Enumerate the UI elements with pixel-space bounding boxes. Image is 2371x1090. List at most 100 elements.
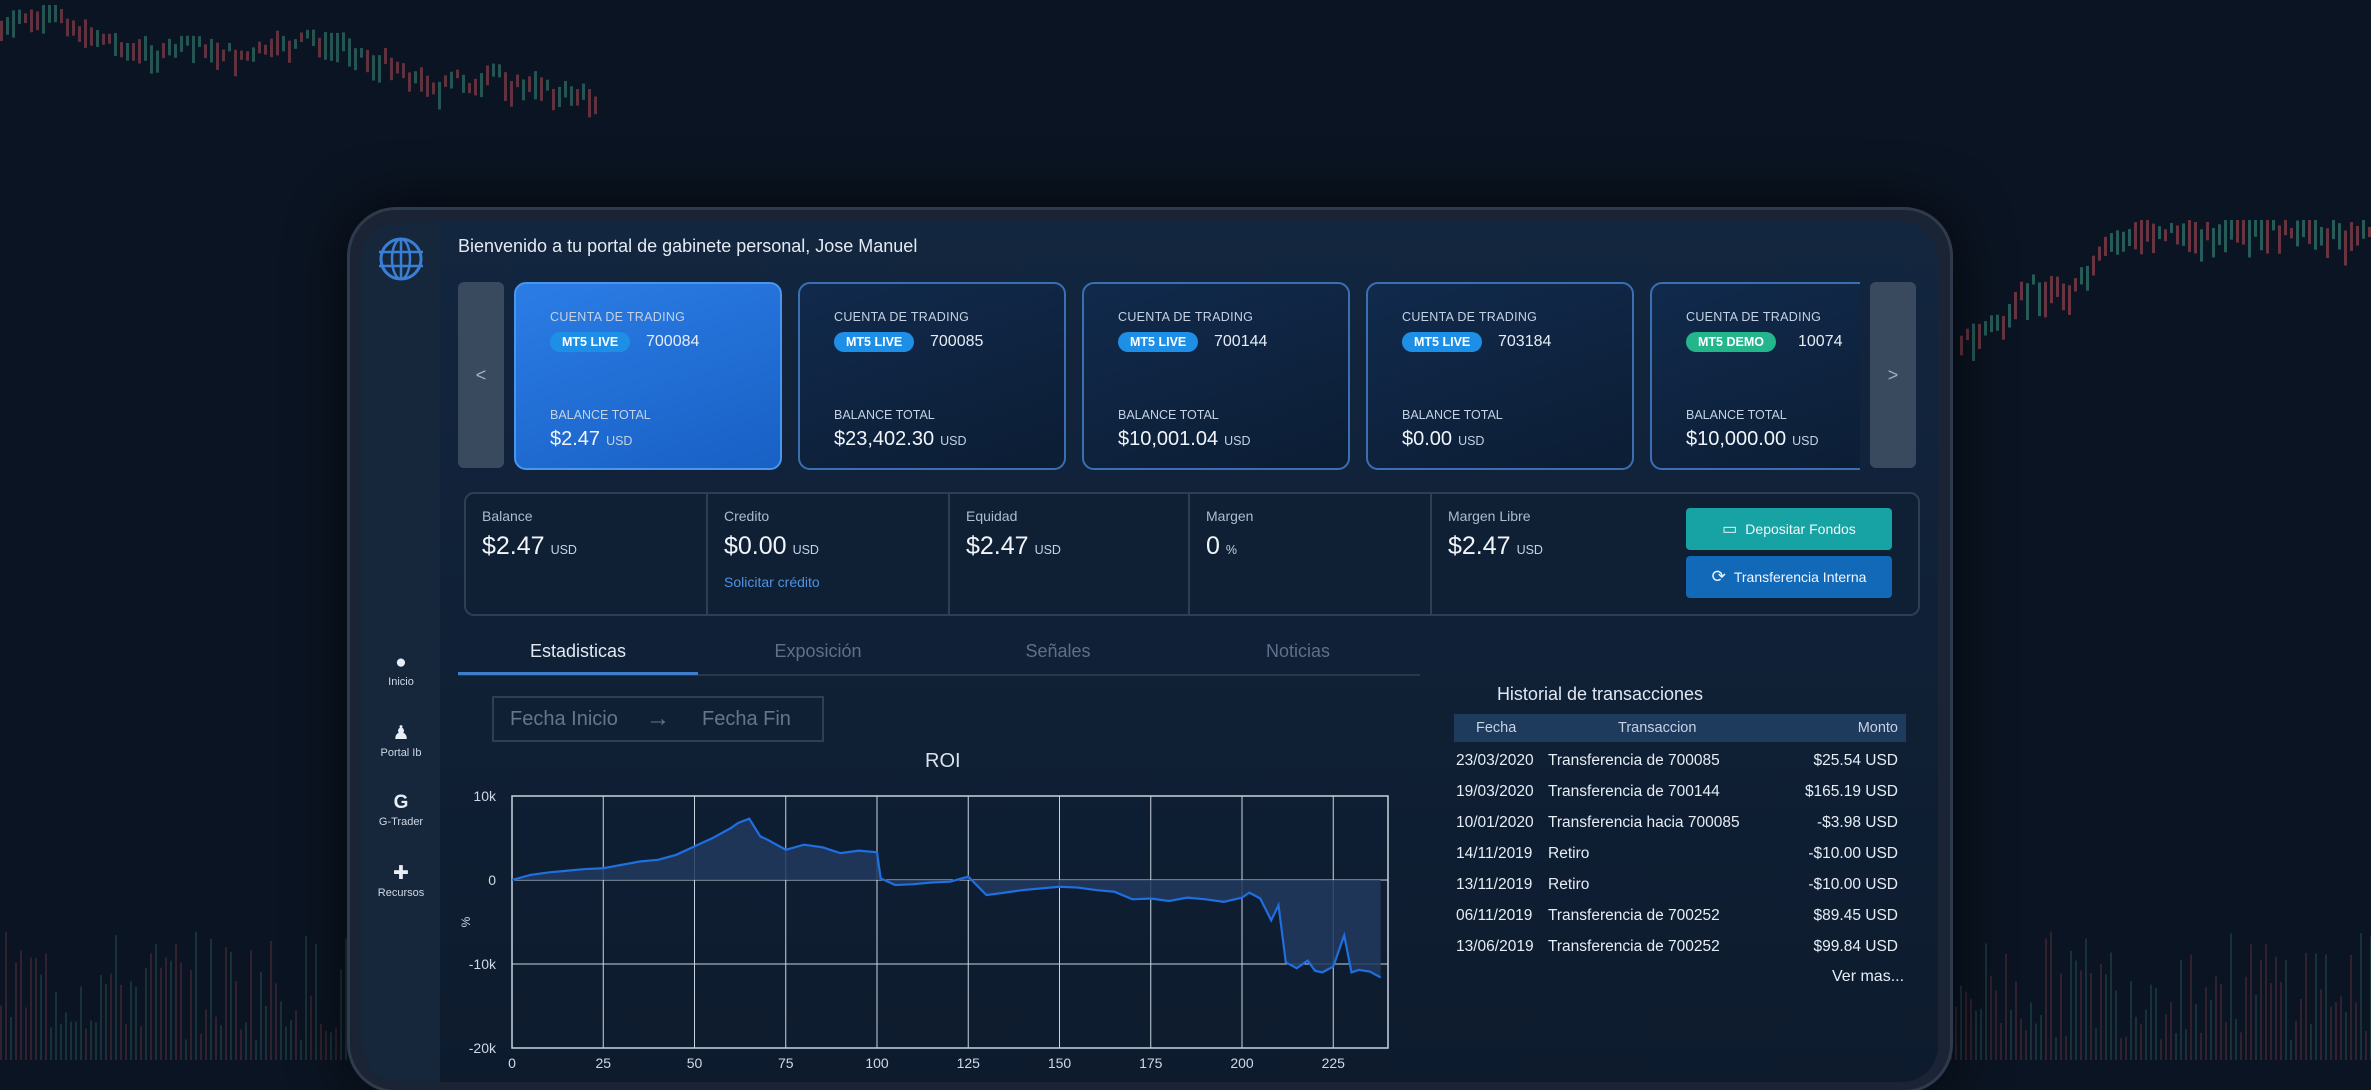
table-row: 14/11/2019 Retiro -$10.00 USD xyxy=(1454,845,1906,875)
background-candle xyxy=(120,42,123,58)
tab-exposicion[interactable]: Exposición xyxy=(698,636,938,666)
carousel-next-button[interactable]: > xyxy=(1870,282,1916,468)
background-candle xyxy=(96,30,99,47)
tab-senales[interactable]: Señales xyxy=(938,636,1178,666)
roi-area xyxy=(512,818,1381,978)
start-date-field[interactable]: Fecha Inicio xyxy=(510,708,618,731)
account-badge: MT5 LIVE xyxy=(1118,332,1199,352)
sidebar-item-g-trader[interactable]: G G-Trader xyxy=(362,792,440,828)
globe-logo-icon[interactable] xyxy=(374,234,428,284)
tab-estadisticas[interactable]: Estadisticas xyxy=(458,636,698,675)
background-candle xyxy=(2280,982,2282,1060)
background-candle xyxy=(510,81,513,107)
background-candle xyxy=(2194,222,2197,254)
account-card[interactable]: CUENTA DE TRADING MT5 LIVE 700085 BALANC… xyxy=(798,282,1066,470)
background-candle xyxy=(366,49,369,73)
carousel-prev-button[interactable]: < xyxy=(458,282,504,468)
background-candle xyxy=(2175,1033,2177,1060)
table-cell: -$10.00 USD xyxy=(1808,845,1898,862)
background-candle xyxy=(335,1027,337,1060)
account-card[interactable]: CUENTA DE TRADING MT5 LIVE 700144 BALANC… xyxy=(1082,282,1350,470)
background-candle xyxy=(120,984,122,1060)
sidebar-item-label: Portal Ib xyxy=(380,747,422,759)
y-tick-label: 0 xyxy=(488,872,496,888)
background-candle xyxy=(2150,984,2152,1060)
background-candle xyxy=(2360,933,2362,1060)
table-cell: Transferencia hacia 700085 xyxy=(1548,814,1740,831)
account-card[interactable]: CUENTA DE TRADING MT5 LIVE 700084 BALANC… xyxy=(514,282,782,470)
background-candle xyxy=(2310,1023,2312,1060)
background-candle xyxy=(2128,229,2131,247)
background-candle xyxy=(155,944,157,1060)
sidebar-item-inicio[interactable]: ● Inicio xyxy=(362,652,440,688)
table-row: 13/06/2019 Transferencia de 700252 $99.84 … xyxy=(1454,938,1906,968)
background-candle xyxy=(2185,1029,2187,1060)
background-candle xyxy=(2045,938,2047,1060)
end-date-field[interactable]: Fecha Fin xyxy=(702,708,791,731)
background-candle xyxy=(132,43,135,61)
background-candle xyxy=(2236,220,2239,243)
background-candle xyxy=(138,39,141,64)
tab-noticias[interactable]: Noticias xyxy=(1178,636,1418,666)
background-candle xyxy=(0,1005,2,1060)
x-tick-label: 0 xyxy=(508,1055,516,1071)
background-candle xyxy=(36,11,39,31)
sidebar-item-portal-ib[interactable]: ♟ Portal Ib xyxy=(362,722,440,759)
account-card[interactable]: CUENTA DE TRADING MT5 DEMO 10074 BALANCE… xyxy=(1650,282,1860,470)
internal-transfer-button[interactable]: ⟳ Transferencia Interna xyxy=(1686,556,1892,598)
background-candle xyxy=(265,1005,267,1060)
background-candle xyxy=(522,79,525,101)
background-candle xyxy=(2068,285,2071,316)
background-candle xyxy=(115,935,117,1060)
background-candle xyxy=(2188,220,2191,253)
background-candle xyxy=(420,67,423,92)
request-credit-link[interactable]: Solicitar crédito xyxy=(724,574,820,590)
balance-label: BALANCE TOTAL xyxy=(1402,408,1503,422)
background-candle xyxy=(372,55,375,81)
sidebar-item-recursos[interactable]: ✚ Recursos xyxy=(362,862,440,899)
background-candle xyxy=(222,49,225,62)
background-candle xyxy=(462,74,465,93)
background-candle xyxy=(245,1022,247,1060)
background-candle xyxy=(2290,227,2293,239)
background-candle xyxy=(2130,981,2132,1060)
background-candle xyxy=(2146,220,2149,242)
background-candle xyxy=(2160,1039,2162,1060)
background-candle xyxy=(2212,228,2215,258)
background-candle xyxy=(225,947,227,1060)
account-card[interactable]: CUENTA DE TRADING MT5 LIVE 703184 BALANC… xyxy=(1366,282,1634,470)
background-candle xyxy=(45,953,47,1060)
background-candle xyxy=(20,950,22,1060)
background-candle xyxy=(300,32,303,42)
column-header: Transaccion xyxy=(1618,720,1697,736)
puzzle-icon: ✚ xyxy=(393,863,409,884)
stat-equidad: Equidad $2.47 USD xyxy=(950,494,1190,614)
background-candle xyxy=(342,32,345,52)
background-candle xyxy=(330,1032,332,1060)
background-candle xyxy=(2165,1014,2167,1060)
background-candle xyxy=(438,81,441,110)
y-tick-label: -10k xyxy=(469,956,497,972)
background-candle xyxy=(570,86,573,106)
background-candle xyxy=(2080,267,2083,285)
background-candle xyxy=(2070,950,2072,1060)
view-more-link[interactable]: Ver mas... xyxy=(1832,968,1904,986)
background-candle xyxy=(2164,229,2167,242)
background-candle xyxy=(2135,1016,2137,1060)
background-candle xyxy=(175,943,177,1060)
background-candle xyxy=(2170,1001,2172,1060)
stat-value: $2.47 USD xyxy=(482,532,577,560)
background-candle xyxy=(2302,220,2305,238)
background-candle xyxy=(24,13,27,24)
background-candle xyxy=(408,72,411,92)
date-range-picker[interactable]: Fecha Inicio → Fecha Fin xyxy=(492,696,824,742)
background-candle xyxy=(516,74,519,88)
background-candle xyxy=(534,71,537,100)
background-candle xyxy=(2220,984,2222,1060)
background-candle xyxy=(432,82,435,95)
background-candle xyxy=(2362,220,2365,239)
background-candle xyxy=(126,42,129,61)
background-candle xyxy=(2086,265,2089,291)
background-candle xyxy=(110,973,112,1060)
deposit-funds-button[interactable]: ▭ Depositar Fondos xyxy=(1686,508,1892,550)
